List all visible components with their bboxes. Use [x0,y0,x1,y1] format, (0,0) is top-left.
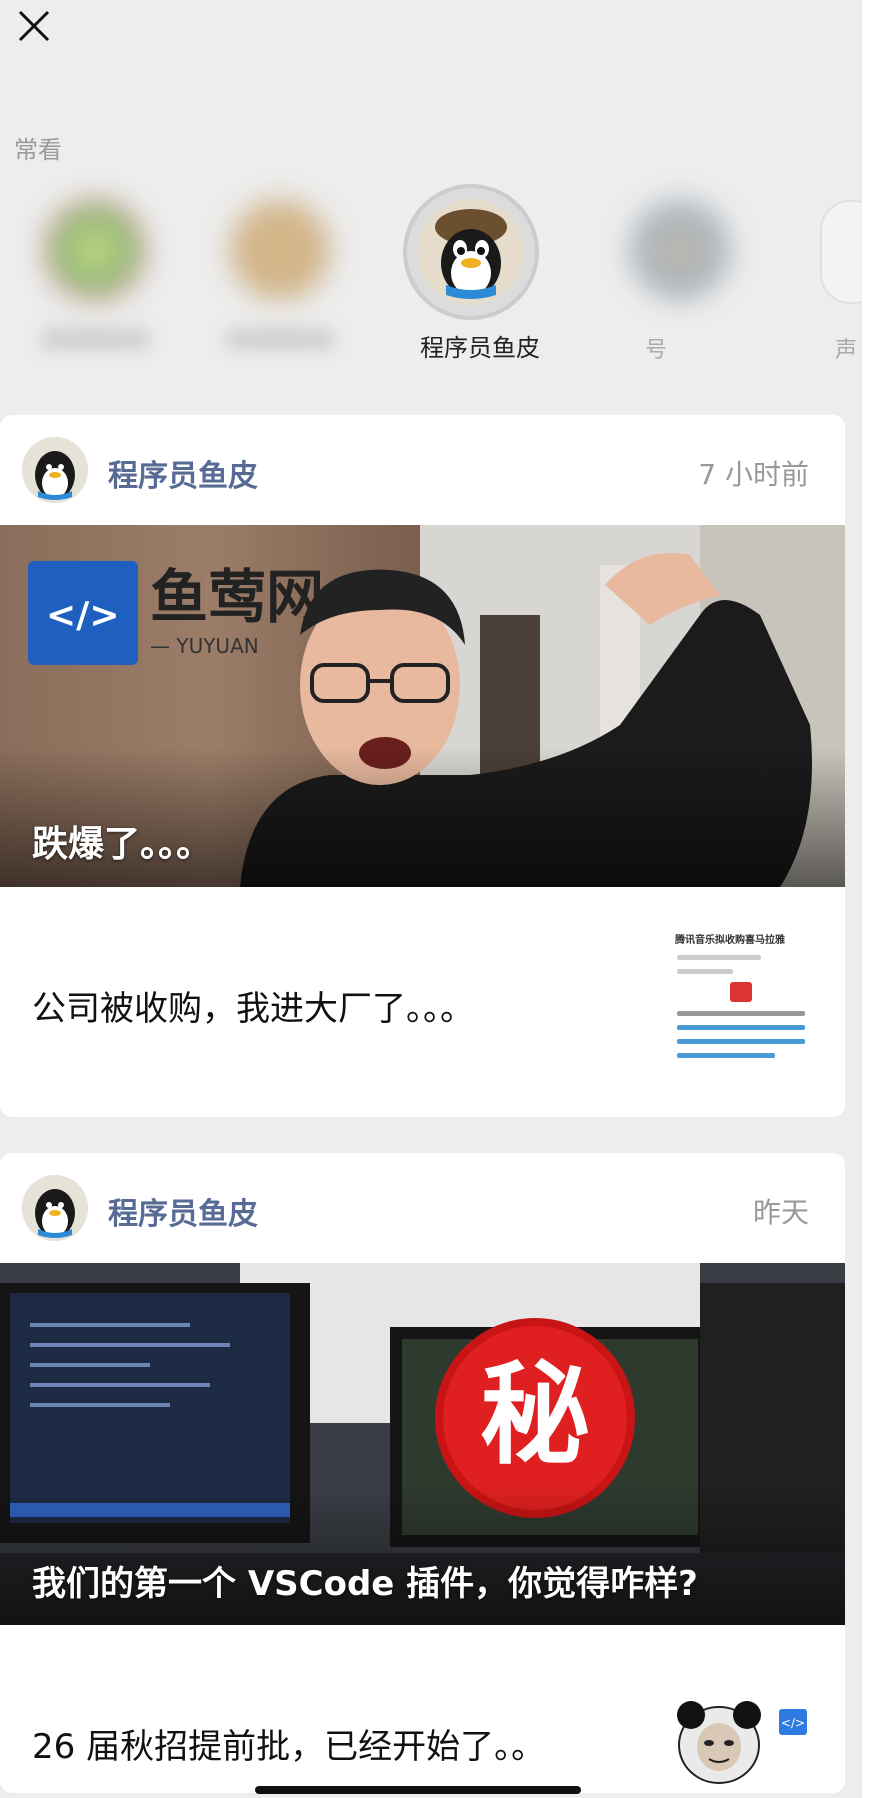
frequent-account-blurred[interactable] [585,180,775,370]
sub-article-row[interactable]: 公司被收购，我进大厂了。。。 腾讯音乐拟收购喜马拉雅 [0,887,845,1117]
sub-article-title: 26 届秋招提前批，已经开始了。。 [32,1727,546,1767]
partial-account-name: 声 [835,338,858,363]
post-time: 7 小时前 [698,458,809,491]
frequent-account-blurred[interactable] [185,180,375,370]
panda-meme-icon: </> [671,1695,811,1793]
svg-text:</>: </> [46,595,119,636]
hero-title: 跌爆了。。。 [32,824,213,865]
blurred-name [40,328,150,350]
moments-page: 常看 程序员鱼皮 号 声 程序员鱼皮 7 小时前 </> 鱼莺网 — YUYUA… [0,0,892,1798]
blurred-avatar [45,200,145,300]
author-avatar[interactable] [22,437,88,503]
author-avatar[interactable] [22,1175,88,1241]
blurred-name [225,328,335,350]
post-card: 程序员鱼皮 昨天 秘 我们的第一个 VSCode 插件，你觉得咋样? 26 届秋… [0,1153,845,1793]
post-header: 程序员鱼皮 7 小时前 [0,415,845,525]
post-author[interactable]: 程序员鱼皮 [108,451,258,495]
thumb-heading: 腾讯音乐拟收购喜马拉雅 [675,935,785,946]
frequent-section-label: 常看 [14,136,62,164]
sub-article-thumbnail: </> [671,1695,811,1793]
post-card: 程序员鱼皮 7 小时前 </> 鱼莺网 — YUYUAN 跌爆了。。。 公司被收… [0,415,845,1117]
frequent-accounts-row: 程序员鱼皮 号 声 [0,180,892,380]
c-logo-icon [730,982,752,1002]
partial-account-name: 号 [645,338,668,363]
frequent-account-blurred[interactable] [0,180,190,370]
hero-logo-text: 鱼莺网 [150,563,324,631]
right-edge-panel [862,0,892,1798]
post-author[interactable]: 程序员鱼皮 [108,1189,258,1233]
penguin-avatar-icon [418,199,524,305]
hero-title: 我们的第一个 VSCode 插件，你觉得咋样? [32,1564,698,1604]
partial-avatar [820,200,862,304]
hero-logo-sub: — YUYUAN [150,634,259,658]
svg-text:</>: </> [781,1716,805,1730]
post-hero-image[interactable]: 秘 我们的第一个 VSCode 插件，你觉得咋样? [0,1263,845,1625]
sub-article-row[interactable]: 26 届秋招提前批，已经开始了。。 </> [0,1625,845,1793]
post-hero-image[interactable]: </> 鱼莺网 — YUYUAN 跌爆了。。。 [0,525,845,887]
close-icon[interactable] [16,4,56,44]
blurred-avatar [230,200,330,300]
frequent-account-name: 程序员鱼皮 [420,334,540,362]
post-header: 程序员鱼皮 昨天 [0,1153,845,1263]
post-time: 昨天 [752,1196,809,1229]
home-indicator[interactable] [255,1786,581,1794]
blurred-avatar [630,200,730,300]
sub-article-thumbnail: 腾讯音乐拟收购喜马拉雅 [671,927,811,1067]
secret-badge: 秘 [480,1351,590,1479]
sub-article-title: 公司被收购，我进大厂了。。。 [32,989,474,1029]
